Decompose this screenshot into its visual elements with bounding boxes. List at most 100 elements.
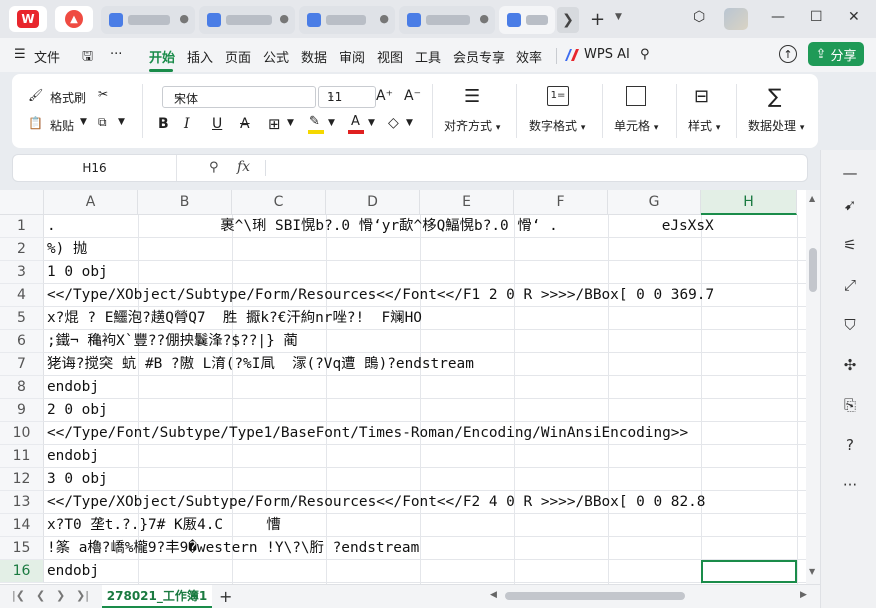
spreadsheet-grid[interactable]: A B C D E F G H 1 2 3 4 5 6 7 8 9 10 11 … <box>0 190 806 584</box>
cell-a2[interactable]: %) 抛 <box>47 238 803 261</box>
book-search-icon[interactable]: ⎘ <box>841 396 859 414</box>
row-header[interactable]: 13 <box>0 491 44 514</box>
column-header-b[interactable]: B <box>138 190 232 215</box>
hamburger-menu-icon[interactable]: ☰ <box>14 47 26 62</box>
close-tab-icon[interactable]: ● <box>279 12 289 25</box>
underline-button[interactable]: U <box>212 116 222 132</box>
document-tab-4[interactable]: ● <box>399 6 495 34</box>
style-button[interactable]: 样式 ▾ <box>688 117 720 134</box>
row-header[interactable]: 9 <box>0 399 44 422</box>
next-sheet-icon[interactable]: ❯ <box>56 589 65 602</box>
row-header[interactable]: 10 <box>0 422 44 445</box>
selected-cell-h16[interactable] <box>701 560 797 583</box>
bold-button[interactable]: B <box>158 116 169 132</box>
tab-insert[interactable]: 插入 <box>187 47 213 66</box>
copy-icon[interactable]: ⧉ <box>98 115 107 130</box>
document-tab-1[interactable]: ● <box>101 6 195 34</box>
vertical-scrollbar[interactable]: ▲ ▼ <box>806 190 820 584</box>
fx-icon[interactable]: fx <box>237 159 250 175</box>
cell-a16[interactable]: endobj <box>47 560 687 583</box>
chevron-down-icon[interactable]: ▼ <box>118 117 125 127</box>
align-button[interactable]: 对齐方式 ▾ <box>444 117 500 134</box>
cell-a6[interactable]: ;鐵¬ 穐袧X`豐??倗抰鬤浲?$??|} 蔺 <box>47 330 803 353</box>
row-header[interactable]: 8 <box>0 376 44 399</box>
row-header[interactable]: 16 <box>0 560 44 583</box>
borders-icon[interactable]: ⊞ <box>268 115 281 133</box>
column-header-g[interactable]: G <box>608 190 701 215</box>
wps-home-tab[interactable]: W <box>9 6 47 32</box>
row-header[interactable]: 1 <box>0 215 44 238</box>
column-header-c[interactable]: C <box>232 190 326 215</box>
number-format-icon[interactable]: 1= <box>547 86 569 106</box>
row-header[interactable]: 4 <box>0 284 44 307</box>
avatar[interactable] <box>724 8 748 30</box>
row-header[interactable]: 12 <box>0 468 44 491</box>
row-header[interactable]: 6 <box>0 330 44 353</box>
maximize-icon[interactable]: ☐ <box>810 9 823 25</box>
cursor-select-icon[interactable]: ➹ <box>841 196 859 214</box>
align-icon[interactable]: ☰ <box>464 86 480 107</box>
cell-a5[interactable]: x?焜 ? E鱷泡?趪Q膋Q7 胜 擫k?€汗絇nr唑?! F斓HO <box>47 307 803 330</box>
pdf-tab[interactable]: ▲ <box>55 6 93 32</box>
cell-a15[interactable]: !筿 a櫓?嶠%櫳9?丰9�western !Y\?\胻 ?endstream <box>47 537 803 560</box>
prev-sheet-icon[interactable]: ❮ <box>36 589 45 602</box>
paste-button[interactable]: 粘贴 <box>50 117 74 134</box>
cell-a13[interactable]: <</Type/XObject/Subtype/Form/Resources<<… <box>47 491 803 514</box>
tab-tools[interactable]: 工具 <box>415 47 441 66</box>
row-header[interactable]: 3 <box>0 261 44 284</box>
style-icon[interactable]: ⊟ <box>694 86 709 107</box>
cell-icon[interactable] <box>626 86 646 106</box>
cell-a4[interactable]: <</Type/XObject/Subtype/Form/Resources<<… <box>47 284 803 307</box>
row-header[interactable]: 14 <box>0 514 44 537</box>
help-icon[interactable]: ? <box>841 436 859 454</box>
sheet-tab-active[interactable]: 278021_工作簿1 <box>102 585 212 608</box>
eraser-icon[interactable]: ◇ <box>388 115 399 131</box>
cloud-upload-icon[interactable]: ↑ <box>779 45 797 63</box>
document-tab-2[interactable]: ● <box>199 6 295 34</box>
file-menu[interactable]: 文件 <box>34 47 60 66</box>
row-header[interactable]: 5 <box>0 307 44 330</box>
format-painter-button[interactable]: 格式刷 <box>50 89 86 106</box>
scroll-right-icon[interactable]: ▶ <box>800 590 807 600</box>
close-tab-icon[interactable]: ● <box>479 12 489 25</box>
transform-icon[interactable]: ⤢ <box>841 276 859 294</box>
cube-icon[interactable]: ⬡ <box>693 9 705 25</box>
cut-icon[interactable]: ✂ <box>98 87 108 101</box>
tab-scroll-right-button[interactable]: ❯ <box>557 7 579 33</box>
fill-color-button[interactable]: ✎ <box>308 114 324 134</box>
tab-efficiency[interactable]: 效率 <box>516 47 542 66</box>
cell-a11[interactable]: endobj <box>47 445 803 468</box>
row-header[interactable]: 15 <box>0 537 44 560</box>
close-tab-icon[interactable]: ● <box>179 12 189 25</box>
increase-font-icon[interactable]: A⁺ <box>376 88 393 104</box>
document-tab-5-active[interactable] <box>499 6 555 34</box>
strikethrough-button[interactable]: A <box>240 116 250 132</box>
format-painter-icon[interactable]: 🖌 <box>28 88 43 102</box>
document-tab-3[interactable]: ● <box>299 6 395 34</box>
save-icon[interactable]: 🖫 <box>82 47 93 69</box>
chevron-down-icon[interactable]: ▼ <box>368 118 375 128</box>
row-header[interactable]: 11 <box>0 445 44 468</box>
last-sheet-icon[interactable]: ❯| <box>76 589 89 602</box>
add-sheet-button[interactable]: + <box>219 587 232 606</box>
cell-a9[interactable]: 2 0 obj <box>47 399 803 422</box>
minimize-icon[interactable]: — <box>771 9 785 25</box>
tab-member[interactable]: 会员专享 <box>453 47 505 66</box>
column-header-d[interactable]: D <box>326 190 420 215</box>
column-header-h[interactable]: H <box>701 190 797 215</box>
cell-button[interactable]: 单元格 ▾ <box>614 117 658 134</box>
row-header[interactable]: 2 <box>0 238 44 261</box>
more-icon[interactable]: ··· <box>110 47 122 62</box>
new-tab-button[interactable]: + <box>590 9 605 30</box>
scroll-up-icon[interactable]: ▲ <box>809 194 815 203</box>
scroll-down-icon[interactable]: ▼ <box>809 567 815 576</box>
chevron-down-icon[interactable]: ▼ <box>287 118 294 128</box>
tab-page[interactable]: 页面 <box>225 47 251 66</box>
cell-a14[interactable]: x?T0 垄t.?.}7# K厫4.C 慒 <box>47 514 803 537</box>
more-icon[interactable]: ··· <box>841 476 859 494</box>
chevron-down-icon[interactable]: ▼ <box>406 118 413 128</box>
cell-a10[interactable]: <</Type/Font/Subtype/Type1/BaseFont/Time… <box>47 422 803 445</box>
font-color-button[interactable]: A <box>348 114 364 134</box>
column-header-f[interactable]: F <box>514 190 608 215</box>
share-button[interactable]: ⇪ 分享 <box>808 42 864 66</box>
